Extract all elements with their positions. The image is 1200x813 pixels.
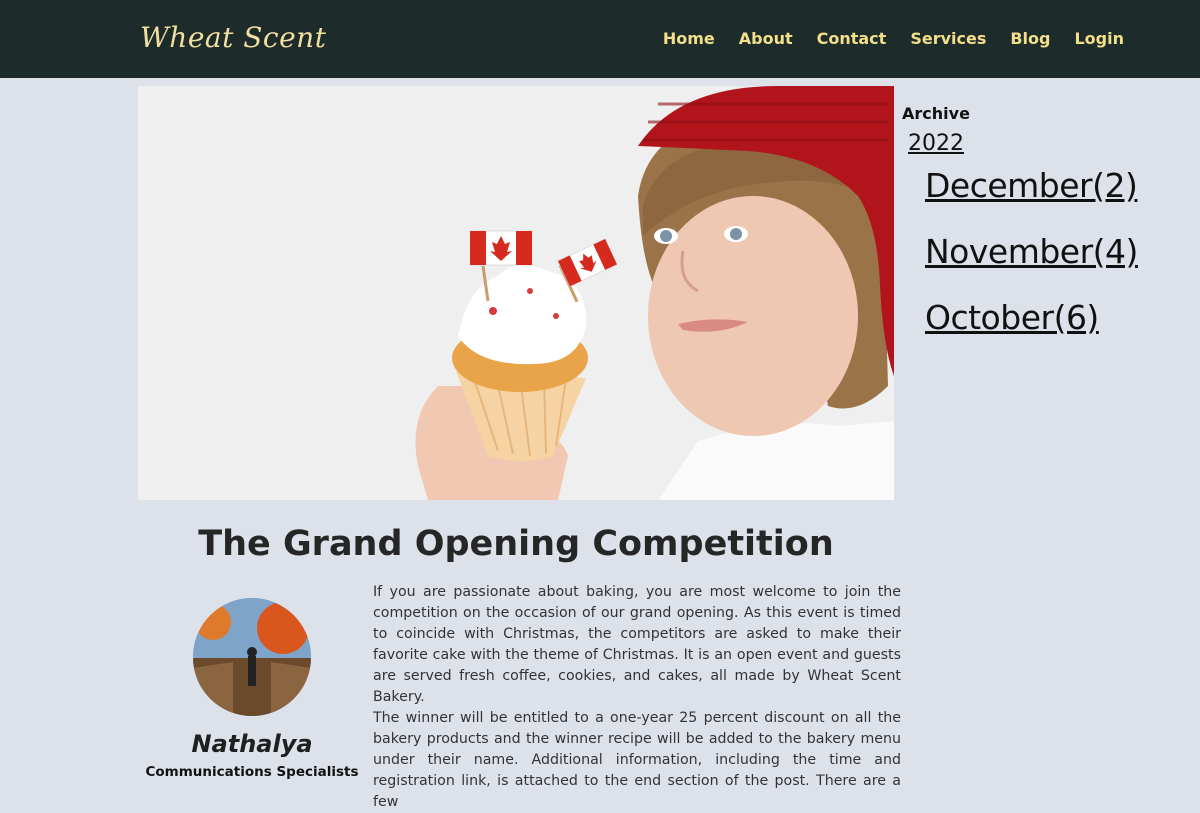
- archive-year-link[interactable]: 2022: [908, 131, 964, 156]
- nav-services-link[interactable]: Services: [910, 29, 986, 48]
- nav-contact-link[interactable]: Contact: [817, 29, 887, 48]
- post-paragraph: If you are passionate about baking, you …: [373, 584, 901, 705]
- archive-month-link[interactable]: November(4): [925, 232, 1138, 271]
- author-name: Nathalya: [191, 730, 313, 758]
- archive-month-item: October(6): [925, 298, 1192, 337]
- nav-blog-link[interactable]: Blog: [1010, 29, 1050, 48]
- nav-login-link[interactable]: Login: [1074, 29, 1124, 48]
- post-title: The Grand Opening Competition: [198, 524, 834, 564]
- nav-about-link[interactable]: About: [739, 29, 793, 48]
- post-paragraph: The winner will be entitled to a one-yea…: [373, 710, 901, 810]
- author-avatar: [193, 598, 311, 716]
- archive-heading: Archive: [902, 104, 970, 123]
- avatar-photo: [193, 598, 311, 716]
- author-card: Nathalya Communications Specialists: [138, 598, 366, 780]
- archive-month-link[interactable]: October(6): [925, 298, 1099, 337]
- post-body: If you are passionate about baking, you …: [373, 582, 901, 813]
- author-role: Communications Specialists: [145, 764, 359, 780]
- archive-month-item: November(4): [925, 232, 1192, 271]
- site-logo[interactable]: Wheat Scent: [140, 14, 326, 62]
- child-with-cupcake-illustration: [138, 86, 894, 500]
- archive-month-list: December(2) November(4) October(6): [925, 166, 1192, 337]
- top-navbar: Wheat Scent Home About Contact Services …: [0, 0, 1200, 78]
- archive-month-link[interactable]: December(2): [925, 166, 1138, 205]
- archive-sidebar: Archive 2022 December(2) November(4) Oct…: [902, 104, 1192, 364]
- archive-month-item: December(2): [925, 166, 1192, 205]
- main-nav: Home About Contact Services Blog Login: [663, 26, 1124, 50]
- post-hero-image: [138, 86, 894, 500]
- nav-home-link[interactable]: Home: [663, 29, 715, 48]
